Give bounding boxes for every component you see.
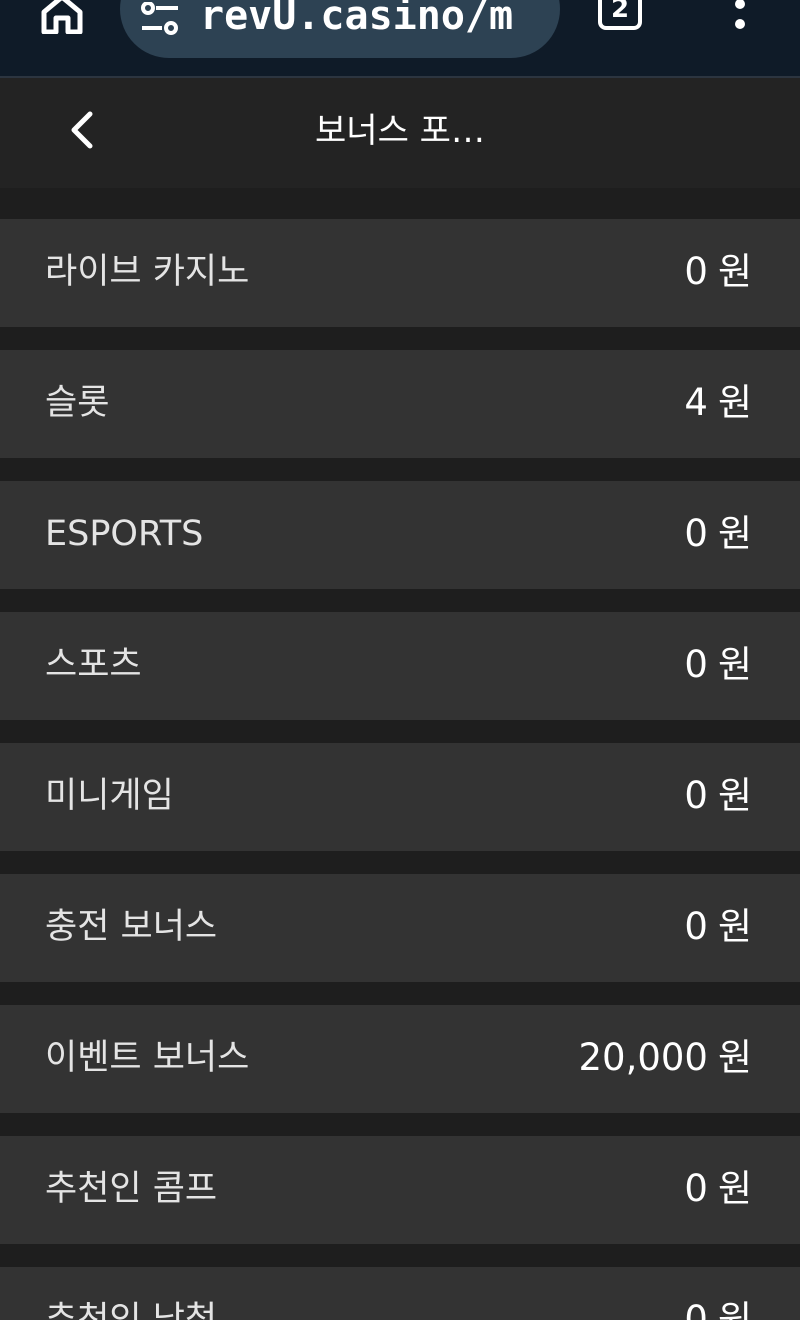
row-value: 0원 [684, 743, 752, 851]
row-amount: 0 [684, 905, 708, 948]
row-label: 추천인 콤프 [45, 1169, 218, 1209]
list-item-referral-loss[interactable]: 추천인 낙첨 0원 [0, 1267, 800, 1320]
row-unit: 원 [717, 250, 752, 293]
row-amount: 20,000 [578, 1036, 708, 1079]
list-item-sports[interactable]: 스포츠 0원 [0, 612, 800, 720]
list-item-slot[interactable]: 슬롯 4원 [0, 350, 800, 458]
browser-toolbar: revU.casino/m 2 [0, 0, 800, 78]
row-value: 0원 [684, 612, 752, 720]
row-unit: 원 [717, 774, 752, 817]
page-header: 보너스 포… [0, 78, 800, 188]
url-text[interactable]: revU.casino/m [200, 0, 560, 46]
more-menu-icon[interactable] [726, 0, 754, 34]
list-item-deposit-bonus[interactable]: 충전 보너스 0원 [0, 874, 800, 982]
row-value: 0원 [684, 1136, 752, 1244]
page-title: 보너스 포… [315, 111, 485, 151]
list-item-minigame[interactable]: 미니게임 0원 [0, 743, 800, 851]
row-value: 0원 [684, 874, 752, 982]
list-item-event-bonus[interactable]: 이벤트 보너스 20,000 원 [0, 1005, 800, 1113]
row-amount: 0 [684, 1298, 708, 1320]
list-item-referral-comp[interactable]: 추천인 콤프 0원 [0, 1136, 800, 1244]
row-label: ESPORTS [45, 514, 204, 554]
row-label: 미니게임 [45, 776, 174, 816]
row-value: 0원 [684, 1267, 752, 1320]
row-amount: 0 [684, 643, 708, 686]
list-item-live-casino[interactable]: 라이브 카지노 0원 [0, 219, 800, 327]
row-unit: 원 [717, 1036, 752, 1079]
row-amount: 4 [684, 381, 708, 424]
row-unit: 원 [717, 1298, 752, 1320]
row-value: 0원 [684, 481, 752, 589]
tab-switcher-button[interactable]: 2 [598, 0, 642, 30]
row-unit: 원 [717, 643, 752, 686]
row-label: 이벤트 보너스 [45, 1038, 250, 1078]
row-value: 20,000 원 [578, 1005, 752, 1113]
row-label: 충전 보너스 [45, 907, 218, 947]
row-unit: 원 [717, 905, 752, 948]
bonus-point-list: 라이브 카지노 0원 슬롯 4원 ESPORTS 0원 스포츠 0원 미니게임 … [0, 188, 800, 1320]
row-amount: 0 [684, 1167, 708, 1210]
row-label: 스포츠 [45, 645, 142, 685]
row-unit: 원 [717, 1167, 752, 1210]
row-amount: 0 [684, 250, 708, 293]
row-unit: 원 [717, 512, 752, 555]
row-label: 추천인 낙첨 [45, 1300, 218, 1320]
home-icon[interactable] [40, 0, 84, 34]
url-bar[interactable]: revU.casino/m [120, 0, 560, 58]
row-amount: 0 [684, 512, 708, 555]
row-label: 슬롯 [45, 383, 110, 423]
row-unit: 원 [717, 381, 752, 424]
row-label: 라이브 카지노 [45, 252, 250, 292]
row-value: 4원 [684, 350, 752, 458]
row-amount: 0 [684, 774, 708, 817]
row-value: 0원 [684, 219, 752, 327]
site-settings-icon[interactable] [140, 2, 180, 36]
back-arrow-icon[interactable] [60, 106, 108, 154]
list-item-esports[interactable]: ESPORTS 0원 [0, 481, 800, 589]
